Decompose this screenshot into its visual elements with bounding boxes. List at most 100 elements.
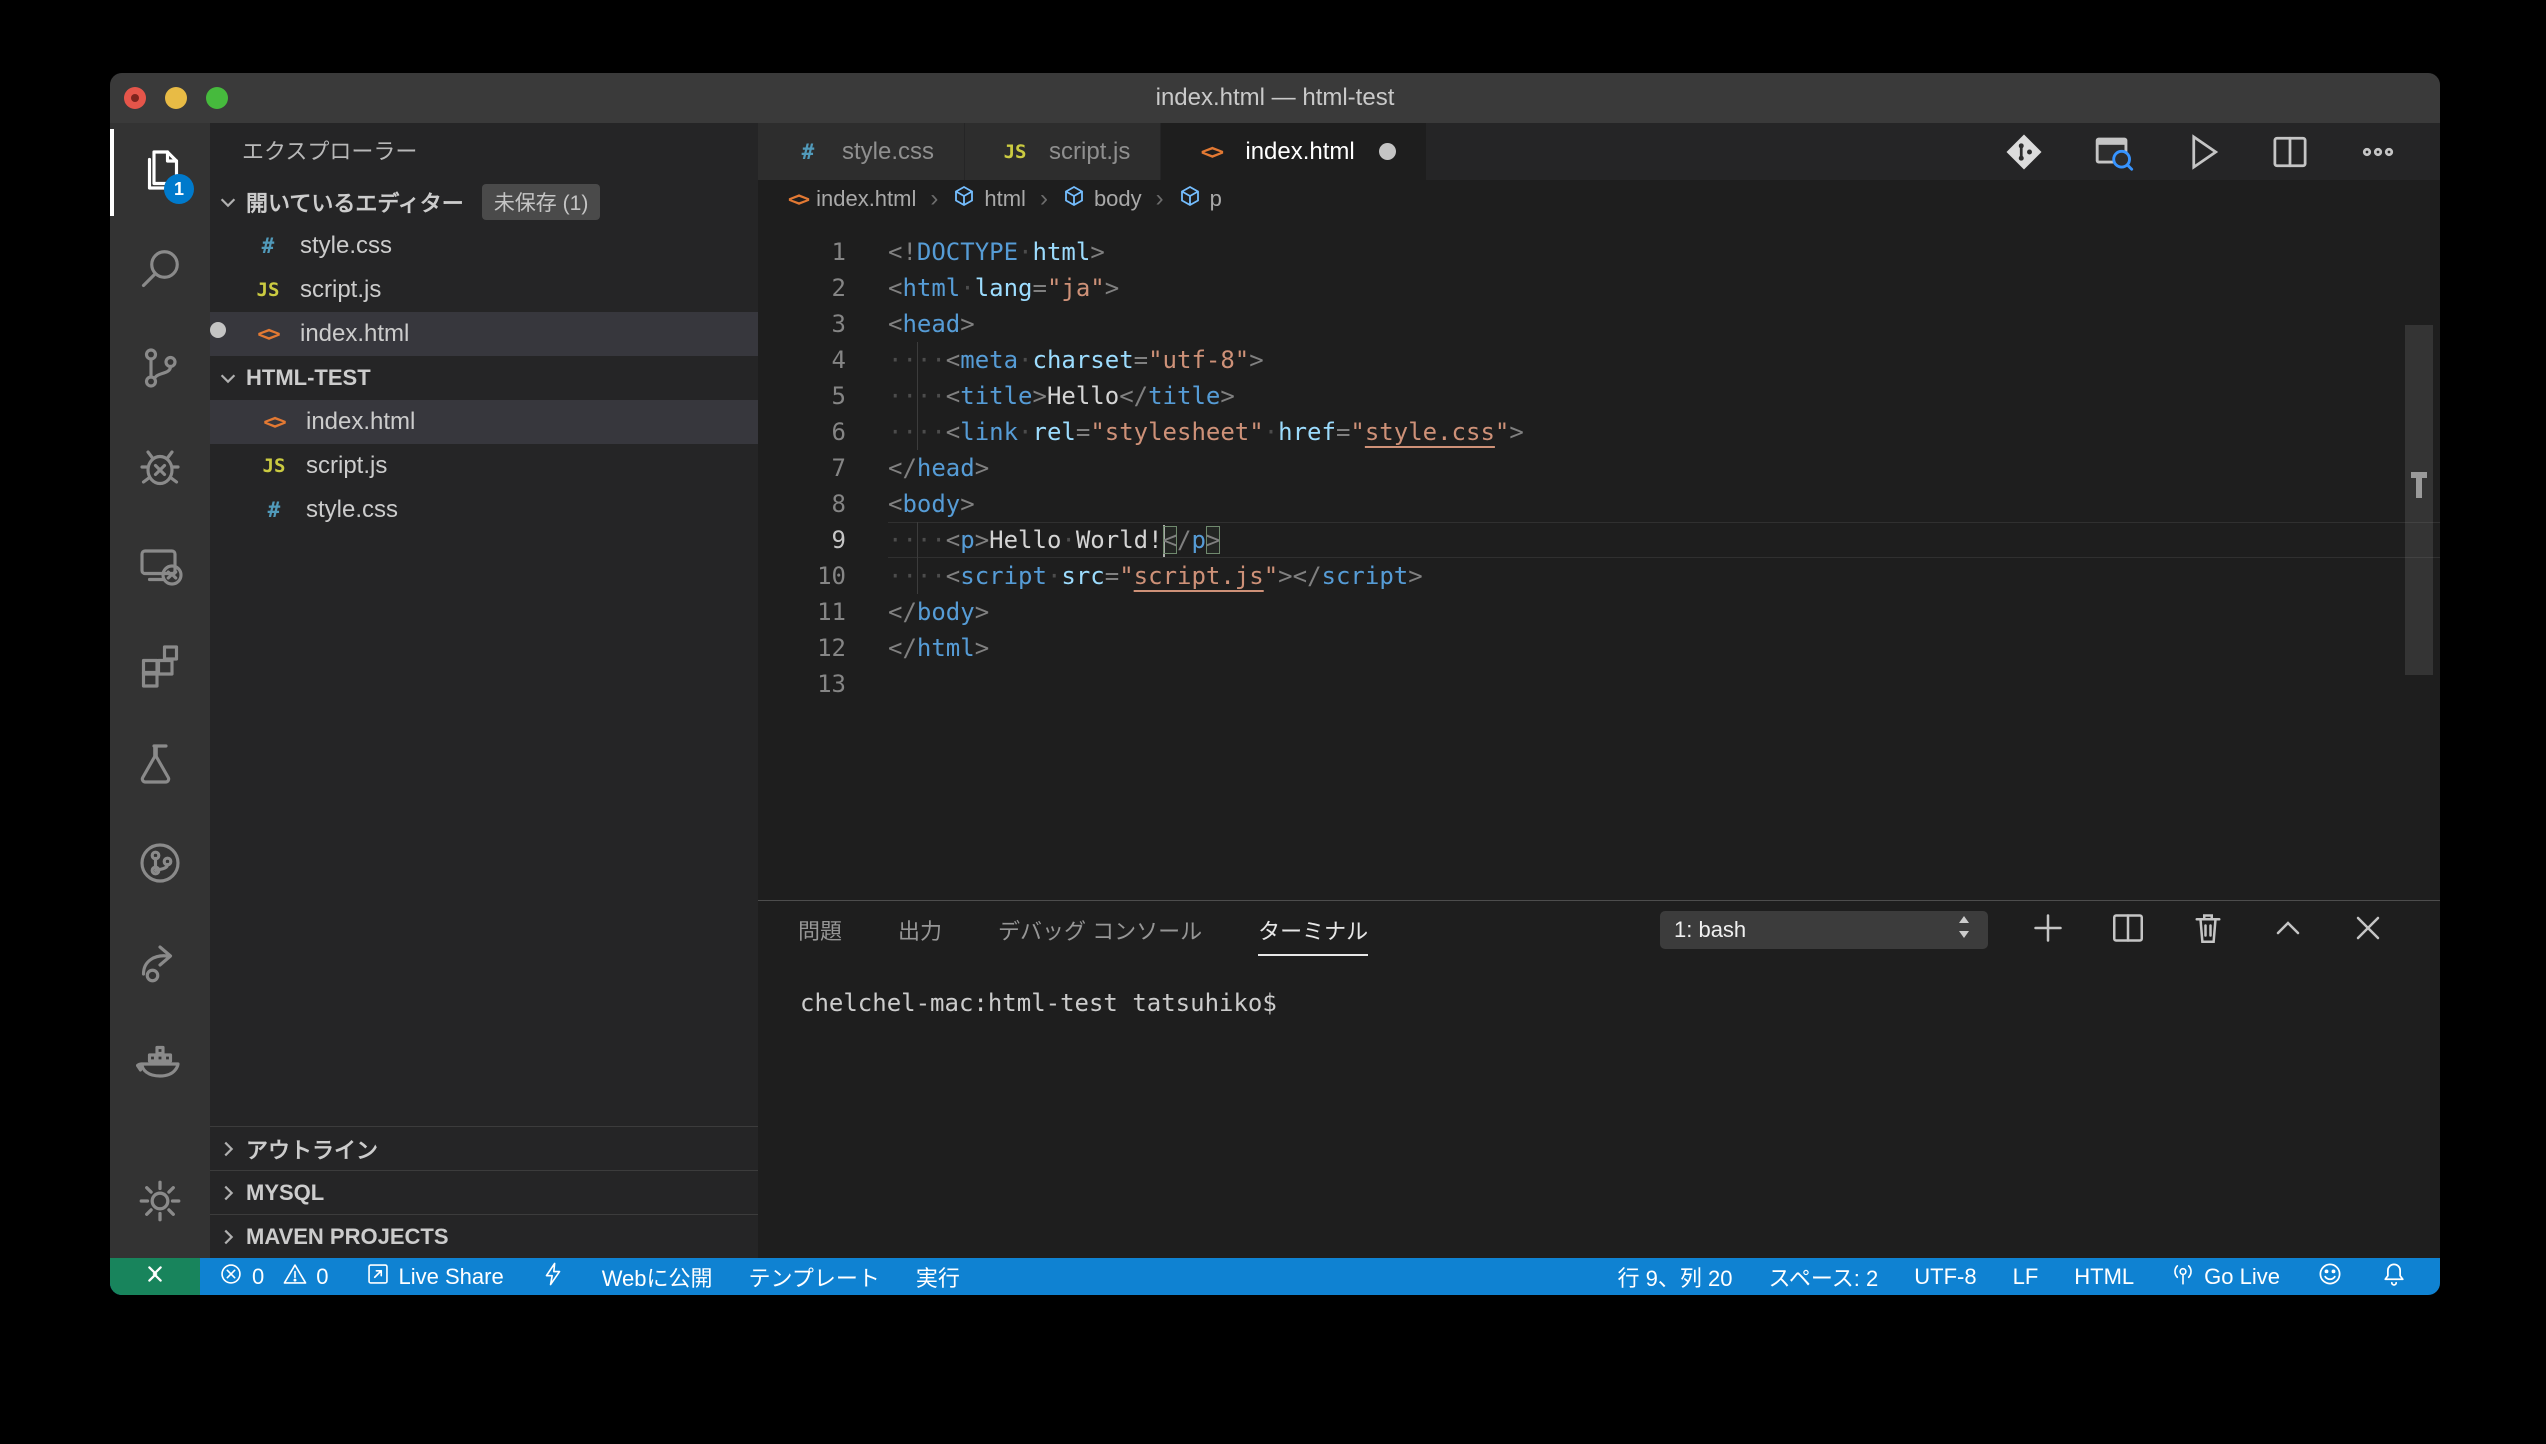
folder-header[interactable]: HTML-TEST bbox=[210, 356, 758, 400]
code-line[interactable]: 9····<p>Hello·World!</p> bbox=[758, 522, 2440, 558]
maximize-window-button[interactable] bbox=[206, 87, 228, 109]
tree-item-script-js[interactable]: JS script.js bbox=[210, 444, 758, 488]
code-line[interactable]: 2<html·lang="ja"> bbox=[758, 270, 2440, 306]
section-outline[interactable]: アウトライン bbox=[210, 1126, 758, 1170]
code-line-content: ····<title>Hello</title> bbox=[888, 378, 2440, 414]
tab-index-html[interactable]: <> index.html bbox=[1161, 123, 1426, 180]
line-number: 3 bbox=[758, 306, 846, 342]
eol-status[interactable]: LF bbox=[1995, 1258, 2057, 1295]
breadcrumb-html[interactable]: html bbox=[952, 184, 1026, 214]
notifications-bell-button[interactable] bbox=[2362, 1258, 2426, 1295]
broadcast-icon bbox=[2170, 1261, 2196, 1293]
activity-search[interactable] bbox=[110, 222, 210, 321]
run-button[interactable] bbox=[2180, 130, 2224, 174]
breadcrumb-separator: › bbox=[1156, 185, 1164, 213]
language-mode[interactable]: HTML bbox=[2056, 1258, 2152, 1295]
html-file-icon: <> bbox=[1191, 140, 1231, 164]
activity-live-share[interactable] bbox=[110, 915, 210, 1014]
code-line[interactable]: 8<body> bbox=[758, 486, 2440, 522]
error-circle-icon bbox=[218, 1261, 244, 1293]
breadcrumb-body[interactable]: body bbox=[1062, 184, 1142, 214]
code-editor[interactable]: 1<!DOCTYPE·html>2<html·lang="ja">3<head>… bbox=[758, 218, 2440, 916]
code-line[interactable]: 10····<script·src="script.js"></script> bbox=[758, 558, 2440, 594]
tab-style-css[interactable]: # style.css bbox=[758, 123, 965, 180]
panel-tab-debug-console[interactable]: デバッグ コンソール bbox=[998, 914, 1202, 946]
activity-settings[interactable] bbox=[110, 1148, 210, 1258]
bolt-status[interactable] bbox=[522, 1258, 584, 1295]
open-preview-button[interactable] bbox=[2090, 129, 2136, 175]
encoding-status[interactable]: UTF-8 bbox=[1896, 1258, 1994, 1295]
tree-item-style-css[interactable]: # style.css bbox=[210, 488, 758, 532]
more-actions-button[interactable] bbox=[2356, 130, 2400, 174]
breadcrumb-separator: › bbox=[930, 185, 938, 213]
activity-gitlens[interactable] bbox=[110, 816, 210, 915]
code-line[interactable]: 5····<title>Hello</title> bbox=[758, 378, 2440, 414]
breadcrumb-file[interactable]: <> index.html bbox=[788, 186, 916, 212]
tree-item-index-html[interactable]: <> index.html bbox=[210, 400, 758, 444]
minimize-window-button[interactable] bbox=[165, 87, 187, 109]
split-terminal-button[interactable] bbox=[2108, 908, 2148, 953]
run-status-button[interactable]: 実行 bbox=[898, 1258, 978, 1295]
code-line[interactable]: 7</head> bbox=[758, 450, 2440, 486]
terminal-output[interactable]: chelchel-mac:html-test tatsuhiko$ bbox=[758, 959, 2440, 1017]
modified-dot-icon bbox=[210, 322, 226, 338]
go-live-button[interactable]: Go Live bbox=[2152, 1258, 2298, 1295]
file-name: style.css bbox=[306, 496, 398, 524]
problems-status[interactable]: 0 0 bbox=[200, 1258, 347, 1295]
panel-tab-terminal[interactable]: ターミナル bbox=[1258, 914, 1368, 946]
indentation-status[interactable]: スペース: 2 bbox=[1750, 1258, 1896, 1295]
open-editor-index-html[interactable]: <> index.html bbox=[210, 312, 758, 356]
split-editor-button[interactable] bbox=[2268, 130, 2312, 174]
activity-debug[interactable] bbox=[110, 420, 210, 519]
line-number: 2 bbox=[758, 270, 846, 306]
activity-explorer[interactable]: 1 bbox=[110, 123, 210, 222]
open-editor-script-js[interactable]: JS script.js bbox=[210, 268, 758, 312]
code-line[interactable]: 3<head> bbox=[758, 306, 2440, 342]
activity-extensions[interactable] bbox=[110, 618, 210, 717]
new-terminal-button[interactable] bbox=[2028, 908, 2068, 953]
tab-script-js[interactable]: JS script.js bbox=[965, 123, 1161, 180]
modified-dot-icon[interactable] bbox=[1379, 143, 1396, 160]
close-panel-button[interactable] bbox=[2348, 908, 2388, 953]
feedback-smiley-button[interactable] bbox=[2298, 1258, 2362, 1295]
activity-test[interactable] bbox=[110, 717, 210, 816]
panel-tab-problems[interactable]: 問題 bbox=[798, 914, 842, 946]
live-share-status[interactable]: Live Share bbox=[347, 1258, 522, 1295]
remote-indicator[interactable] bbox=[110, 1258, 200, 1295]
file-name: script.js bbox=[300, 276, 381, 304]
kill-terminal-button[interactable] bbox=[2188, 908, 2228, 953]
activity-remote-explorer[interactable] bbox=[110, 519, 210, 618]
open-editors-header[interactable]: 開いているエディター 未保存 (1) bbox=[210, 180, 758, 224]
code-line[interactable]: 11</body> bbox=[758, 594, 2440, 630]
debug-icon bbox=[136, 443, 184, 496]
activity-docker[interactable] bbox=[110, 1014, 210, 1113]
section-maven-projects[interactable]: MAVEN PROJECTS bbox=[210, 1214, 758, 1258]
editor-scrollbar[interactable] bbox=[2405, 325, 2433, 675]
title-bar: index.html — html-test bbox=[110, 73, 2440, 124]
close-window-button[interactable] bbox=[124, 87, 146, 109]
template-button[interactable]: テンプレート bbox=[731, 1258, 898, 1295]
gitlens-diamond-button[interactable] bbox=[2002, 130, 2046, 174]
code-line[interactable]: 12</html> bbox=[758, 630, 2440, 666]
extensions-icon bbox=[136, 641, 184, 694]
line-number: 11 bbox=[758, 594, 846, 630]
code-lines: 1<!DOCTYPE·html>2<html·lang="ja">3<head>… bbox=[758, 234, 2440, 702]
code-line[interactable]: 4····<meta·charset="utf-8"> bbox=[758, 342, 2440, 378]
symbol-cube-icon bbox=[952, 184, 976, 214]
code-line[interactable]: 1<!DOCTYPE·html> bbox=[758, 234, 2440, 270]
terminal-select[interactable]: 1: bash bbox=[1660, 911, 1988, 949]
panel-tab-output[interactable]: 出力 bbox=[898, 914, 942, 946]
code-line[interactable]: 13 bbox=[758, 666, 2440, 702]
open-editor-style-css[interactable]: # style.css bbox=[210, 224, 758, 268]
activity-source-control[interactable] bbox=[110, 321, 210, 420]
cursor-position[interactable]: 行 9、列 20 bbox=[1600, 1258, 1751, 1295]
warning-triangle-icon bbox=[282, 1261, 308, 1293]
updown-arrows-icon bbox=[1954, 914, 1974, 946]
chevron-right-icon bbox=[210, 1138, 246, 1160]
maximize-panel-button[interactable] bbox=[2268, 908, 2308, 953]
code-line[interactable]: 6····<link·rel="stylesheet"·href="style.… bbox=[758, 414, 2440, 450]
breadcrumb-p[interactable]: p bbox=[1178, 184, 1222, 214]
publish-web-button[interactable]: Webに公開 bbox=[584, 1258, 731, 1295]
js-file-icon: JS bbox=[254, 455, 294, 477]
section-mysql[interactable]: MYSQL bbox=[210, 1170, 758, 1214]
